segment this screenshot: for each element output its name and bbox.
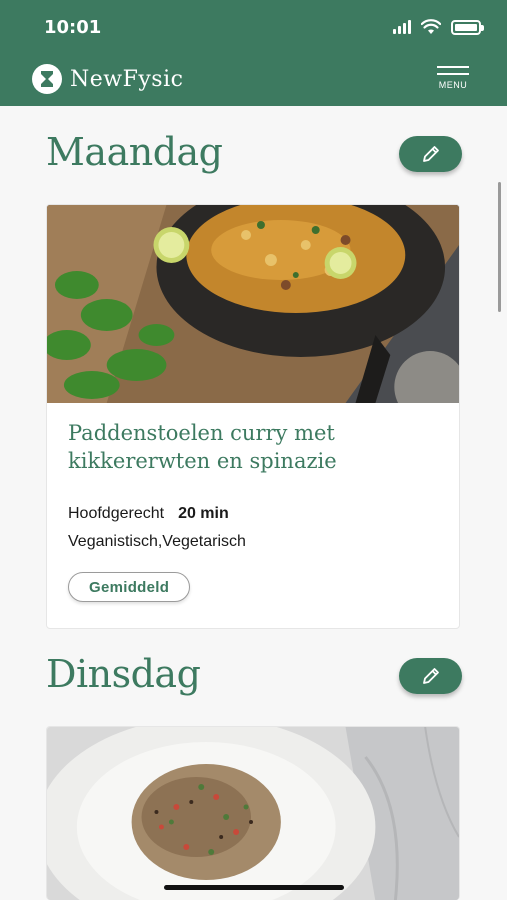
pencil-icon [422,146,439,162]
menu-button[interactable]: MENU [437,66,469,90]
recipe-image [47,205,459,403]
recipe-card[interactable] [46,726,460,900]
recipe-time: 20 min [178,505,229,522]
brand-logo[interactable]: NewFysic [32,64,183,94]
edit-day-button[interactable] [399,136,462,172]
recipe-course: Hoofdgerecht [68,505,165,522]
difficulty-badge: Gemiddeld [68,572,191,602]
home-indicator [164,885,344,890]
signal-icon [393,20,411,34]
status-icons [393,19,484,35]
recipe-title[interactable]: Paddenstoelen curry met kikkererwten en … [68,419,448,475]
menu-label: MENU [438,80,468,90]
day-title-dinsdag: Dinsdag [46,652,201,696]
wifi-icon [421,19,441,34]
scrollbar[interactable] [498,182,501,312]
edit-day-button[interactable] [399,658,462,694]
logo-icon [32,64,62,94]
day-title-maandag: Maandag [46,130,223,174]
brand-name: NewFysic [70,66,184,92]
recipe-image [47,727,459,900]
recipe-tags: Veganistisch,Vegetarisch [68,533,246,550]
app-header: 10:01 NewFysic MENU [0,0,507,106]
battery-icon [451,19,484,35]
menu-icon [437,66,469,68]
pencil-icon [422,668,439,684]
status-time: 10:01 [44,17,102,38]
recipe-meta: Hoofdgerecht 20 min [68,505,229,523]
recipe-card[interactable]: Paddenstoelen curry met kikkererwten en … [46,204,460,629]
